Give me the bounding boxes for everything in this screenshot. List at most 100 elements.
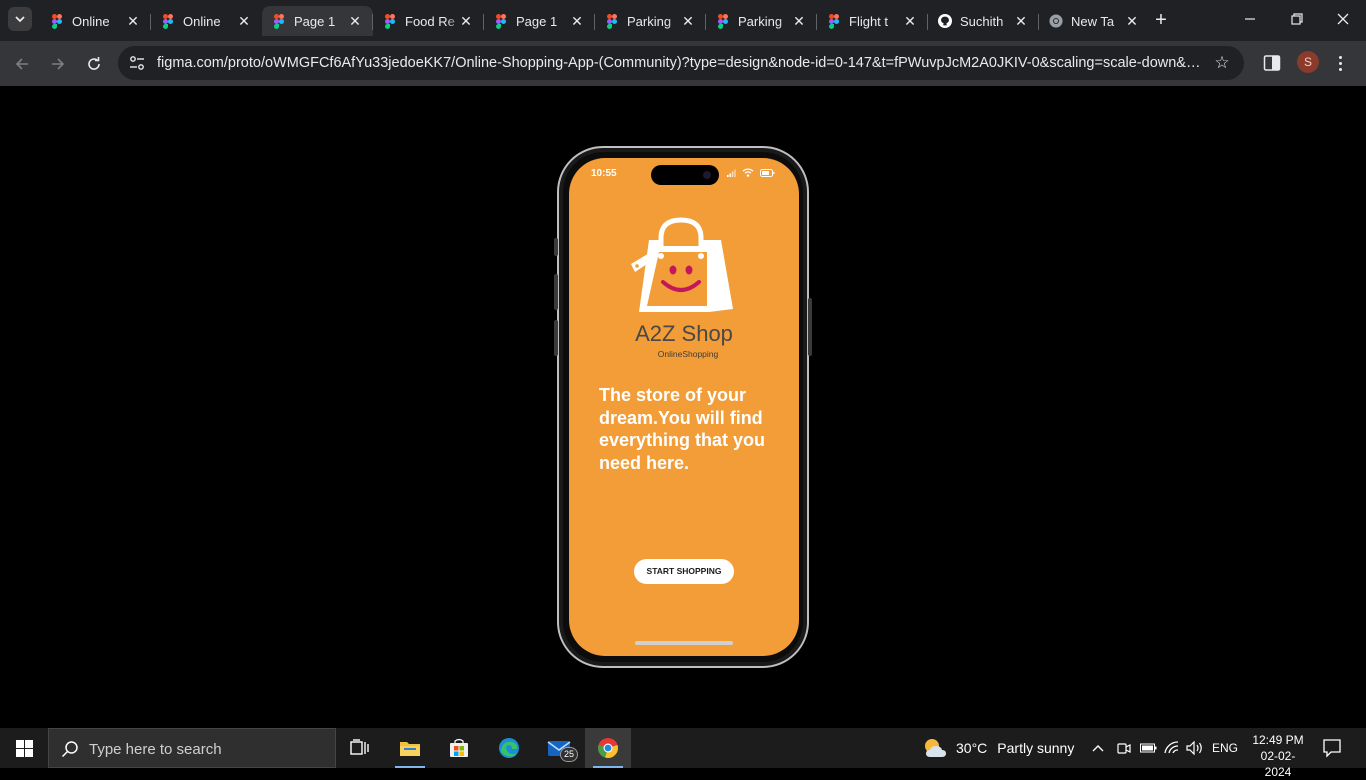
partly-sunny-icon bbox=[925, 739, 946, 757]
chrome-button[interactable] bbox=[585, 728, 631, 768]
browser-tab[interactable]: Parking ✕ bbox=[594, 6, 706, 36]
chevron-up-icon bbox=[1092, 745, 1104, 752]
browser-toolbar: figma.com/proto/oWMGFCf6AfYu33jedoeKK7/O… bbox=[0, 41, 1366, 86]
edge-button[interactable] bbox=[486, 728, 532, 768]
arrow-right-icon bbox=[52, 58, 65, 70]
tab-close-icon[interactable]: ✕ bbox=[125, 13, 141, 29]
figma-icon bbox=[272, 13, 286, 29]
tab-close-icon[interactable]: ✕ bbox=[347, 13, 363, 29]
tab-label: Page 1 bbox=[516, 13, 558, 29]
chevron-down-icon bbox=[15, 15, 25, 22]
browser-menu-button[interactable] bbox=[1330, 52, 1350, 74]
new-tab-button[interactable]: + bbox=[1150, 9, 1172, 31]
brand-title: A2Z Shop bbox=[635, 321, 733, 346]
store-icon bbox=[450, 738, 468, 757]
browser-tab[interactable]: Online ✕ bbox=[40, 6, 151, 36]
cellular-signal-icon bbox=[727, 169, 736, 177]
file-explorer-button[interactable] bbox=[387, 728, 433, 768]
browser-tab[interactable]: Page 1 ✕ bbox=[483, 6, 595, 36]
chrome-icon bbox=[1049, 13, 1063, 29]
tab-close-icon[interactable]: ✕ bbox=[680, 13, 696, 29]
site-settings-icon[interactable] bbox=[128, 54, 146, 72]
tab-close-icon[interactable]: ✕ bbox=[569, 13, 585, 29]
tab-list: Online ✕ Online ✕ Page 1 ✕ Food Re ✕ Page 1 ✕ Park… bbox=[40, 6, 1150, 36]
wifi-icon[interactable] bbox=[1162, 738, 1182, 758]
figma-icon bbox=[494, 13, 508, 29]
mail-button[interactable]: 25 bbox=[536, 728, 582, 768]
restore-icon bbox=[1291, 13, 1303, 25]
profile-avatar[interactable]: S bbox=[1297, 51, 1319, 73]
edge-icon bbox=[499, 738, 519, 758]
input-language[interactable]: ENG bbox=[1212, 741, 1238, 755]
shopping-bag-logo bbox=[631, 217, 733, 312]
tab-label: Online bbox=[72, 13, 110, 29]
forward-button[interactable] bbox=[46, 52, 70, 76]
start-shopping-button[interactable]: START SHOPPING bbox=[634, 559, 734, 584]
microsoft-store-button[interactable] bbox=[436, 728, 482, 768]
windows-taskbar: Type here to search 25 30°C Partly sunny… bbox=[0, 728, 1366, 779]
browser-tab[interactable]: Flight t ✕ bbox=[816, 6, 928, 36]
bookmark-star-icon[interactable]: ☆ bbox=[1212, 53, 1232, 73]
status-icons bbox=[727, 168, 775, 177]
windows-logo-icon bbox=[15, 739, 33, 757]
back-button[interactable] bbox=[10, 52, 34, 76]
figma-icon bbox=[50, 13, 64, 29]
mail-unread-badge: 25 bbox=[560, 747, 578, 762]
tab-label: Page 1 bbox=[294, 13, 336, 29]
weather-temperature: 30°C bbox=[956, 740, 988, 756]
clock-time: 12:49 PM bbox=[1252, 733, 1304, 747]
tab-label: Food Re bbox=[405, 13, 455, 29]
status-time: 10:55 bbox=[591, 168, 617, 179]
show-hidden-icons-button[interactable] bbox=[1088, 738, 1108, 758]
minimize-icon bbox=[1245, 18, 1255, 20]
browser-tab[interactable]: Suchith ✕ bbox=[927, 6, 1039, 36]
browser-tab[interactable]: Online ✕ bbox=[150, 6, 262, 36]
browser-tab[interactable]: Food Re ✕ bbox=[372, 6, 484, 36]
tab-close-icon[interactable]: ✕ bbox=[458, 13, 474, 29]
arrow-left-icon bbox=[15, 58, 28, 70]
tab-label: Parking bbox=[738, 13, 783, 29]
tab-close-icon[interactable]: ✕ bbox=[791, 13, 807, 29]
phone-frame: 10:55 A2Z Shop OnlineShopping The store … bbox=[554, 146, 812, 668]
brand-subtitle: OnlineShopping bbox=[657, 349, 719, 359]
tab-close-icon[interactable]: ✕ bbox=[902, 13, 918, 29]
reload-button[interactable] bbox=[82, 52, 106, 76]
close-window-button[interactable] bbox=[1333, 10, 1353, 30]
task-view-button[interactable] bbox=[337, 728, 383, 768]
tab-close-icon[interactable]: ✕ bbox=[1124, 13, 1140, 29]
phone-volume-down-button bbox=[554, 320, 558, 356]
figma-icon bbox=[383, 13, 397, 29]
notification-center-icon[interactable] bbox=[1322, 738, 1342, 758]
start-button[interactable] bbox=[0, 728, 48, 768]
clock[interactable]: 12:49 PM 02-02-2024 bbox=[1248, 732, 1308, 780]
side-panel-icon[interactable] bbox=[1263, 54, 1281, 72]
battery-icon[interactable] bbox=[1138, 738, 1158, 758]
home-indicator bbox=[635, 641, 733, 645]
chrome-icon bbox=[598, 738, 618, 758]
browser-tab[interactable]: Page 1 ✕ bbox=[262, 6, 373, 36]
phone-power-button bbox=[808, 298, 812, 356]
github-icon bbox=[938, 13, 952, 29]
restore-button[interactable] bbox=[1287, 10, 1307, 30]
meet-now-icon[interactable] bbox=[1113, 738, 1133, 758]
tab-close-icon[interactable]: ✕ bbox=[1013, 13, 1029, 29]
volume-icon[interactable] bbox=[1185, 738, 1205, 758]
tagline: The store of your dream.You will find ev… bbox=[599, 385, 766, 473]
url-text[interactable]: figma.com/proto/oWMGFCf6AfYu33jedoeKK7/O… bbox=[157, 55, 1205, 73]
address-bar[interactable]: figma.com/proto/oWMGFCf6AfYu33jedoeKK7/O… bbox=[118, 46, 1244, 80]
taskbar-search-box[interactable]: Type here to search bbox=[48, 728, 336, 768]
weather-widget[interactable]: 30°C Partly sunny bbox=[922, 736, 1074, 760]
folder-icon bbox=[400, 742, 420, 756]
tab-search-button[interactable] bbox=[8, 7, 32, 31]
search-icon bbox=[61, 741, 78, 758]
minimize-button[interactable] bbox=[1240, 10, 1260, 30]
browser-tab[interactable]: Parking ✕ bbox=[705, 6, 817, 36]
figma-icon bbox=[716, 13, 730, 29]
tab-close-icon[interactable]: ✕ bbox=[236, 13, 252, 29]
browser-tab[interactable]: New Ta ✕ bbox=[1038, 6, 1150, 36]
app-screen: 10:55 A2Z Shop OnlineShopping The store … bbox=[569, 158, 799, 656]
search-placeholder: Type here to search bbox=[89, 741, 222, 758]
phone-action-button bbox=[554, 238, 558, 256]
phone-volume-up-button bbox=[554, 274, 558, 310]
task-view-icon bbox=[350, 739, 369, 755]
